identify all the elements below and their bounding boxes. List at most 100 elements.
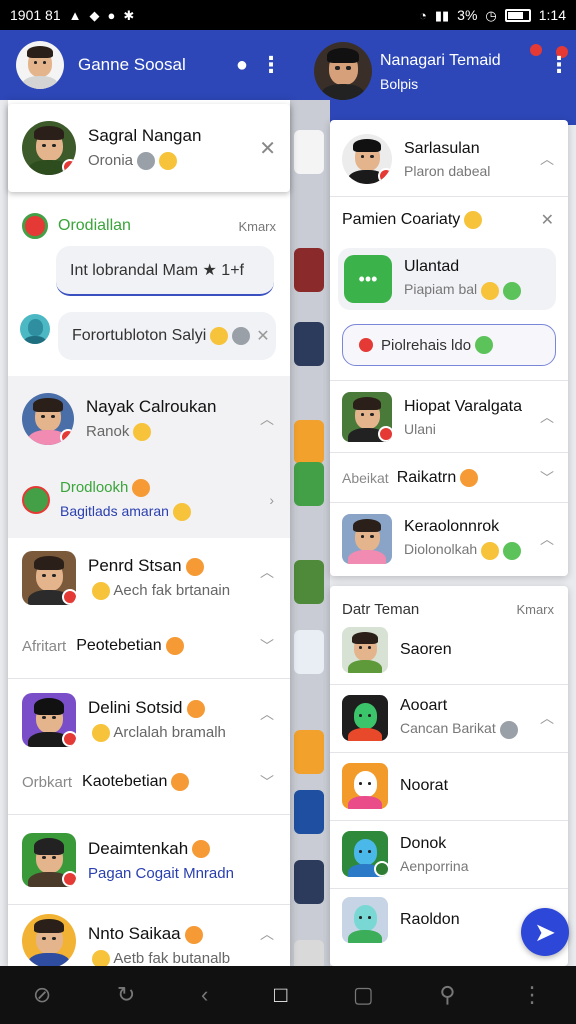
contact-card[interactable]: Sagral Nangan Oronia ✕: [8, 104, 290, 192]
notification-dot-icon: [530, 44, 542, 56]
item-sub: Arclalah bramalh: [88, 724, 226, 743]
divider: [330, 820, 568, 821]
chevron-up-icon[interactable]: ︿: [260, 924, 274, 944]
chevron-up-icon[interactable]: ︿: [540, 708, 554, 728]
section-title: Datr Teman: [342, 600, 420, 618]
chevron-up-icon[interactable]: ︿: [260, 409, 274, 429]
message-text: Piolrehais ldo: [381, 336, 472, 354]
friend-avatar: [342, 897, 388, 943]
friends-section-header: Datr Teman Kmarx: [330, 594, 568, 624]
notification-icon: ◆: [89, 7, 100, 23]
item-name: Pamien Coariaty: [342, 211, 461, 228]
signal-icon: ▮▮: [434, 7, 450, 23]
contact-avatar: [22, 833, 76, 887]
send-fab-button[interactable]: ➤: [521, 908, 569, 956]
chat-list-item[interactable]: Pamien Coariaty ✕: [330, 198, 568, 242]
overflow-menu-icon[interactable]: ⋮: [260, 54, 282, 76]
chat-list-item[interactable]: Delini Sotsid Arclalah bramalh ︿: [8, 682, 290, 758]
status-bar: 1901 81 ▲ ◆ ● ✱ ◔ ▮▮ 3% ◷ 1:14: [0, 0, 576, 30]
chat-action-link[interactable]: Kmarx: [238, 219, 276, 234]
divider: [8, 678, 290, 679]
friend-name: Aooart: [400, 697, 448, 715]
friend-item[interactable]: Aooart Cancan Barikat ︿: [330, 690, 568, 746]
menu-icon[interactable]: ⋮: [521, 982, 543, 1008]
app-title: Ganne Soosal: [78, 55, 186, 74]
refresh-icon[interactable]: ↻: [117, 982, 135, 1008]
friend-item[interactable]: Noorat: [330, 760, 568, 812]
message-bubble-outgoing[interactable]: Piolrehais ldo: [342, 324, 556, 366]
item-name: Delini Sotsid: [88, 698, 226, 718]
message-bubble-outgoing[interactable]: Int lobrandal Mam ★ 1+f: [56, 246, 274, 296]
chat-list-item[interactable]: Sarlasulan Plaron dabeal ︿: [330, 124, 568, 194]
divider: [330, 502, 568, 503]
emoji-icon: [165, 637, 184, 655]
friend-item[interactable]: Saoren: [330, 624, 568, 676]
message-text: Piapiam bal: [404, 281, 522, 300]
chevron-up-icon[interactable]: ︿: [540, 407, 554, 427]
chat-list-item[interactable]: Nayak Calroukan Ranok ︿: [8, 376, 290, 462]
chevron-down-icon[interactable]: ﹀: [260, 772, 274, 792]
chat-list-item[interactable]: Deaimtenkah Pagan Cogait Mnradn: [8, 818, 290, 902]
chat-list-item[interactable]: Penrd Stsan Aech fak brtanain ︿: [8, 540, 290, 616]
emoji-icon: [460, 469, 479, 487]
divider: [330, 452, 568, 453]
chat-list-item[interactable]: Drodlookh Bagitlads amaran ›: [8, 462, 290, 538]
friend-sub: Aenporrina: [400, 857, 469, 874]
profile-avatar[interactable]: [16, 41, 64, 89]
message-bubble-incoming[interactable]: Forortubloton Salyi ✕: [58, 312, 276, 360]
chevron-down-icon[interactable]: ﹀: [540, 468, 554, 488]
chat-list-item[interactable]: Nnto Saikaa Aetb fak butanalb ︿: [8, 908, 290, 966]
close-icon[interactable]: ✕: [541, 210, 554, 230]
emoji-icon: ●: [107, 7, 116, 23]
screen: 1901 81 ▲ ◆ ● ✱ ◔ ▮▮ 3% ◷ 1:14 Ganne Soo…: [0, 0, 576, 1024]
emoji-icon: [171, 773, 190, 791]
item-sub: Plaron dabeal: [404, 162, 491, 179]
friend-name: Saoren: [400, 641, 452, 658]
friend-name: Raoldon: [400, 911, 460, 928]
chevron-right-icon[interactable]: ›: [269, 492, 274, 508]
chat-list-subitem[interactable]: Abeikat Raikatrn ﹀: [330, 456, 568, 500]
navigation-bar: ⊘ ↻ ‹ □ ▢ ⚲ ⋮: [0, 966, 576, 1024]
chevron-up-icon[interactable]: ︿: [540, 149, 554, 169]
chevron-up-icon[interactable]: ︿: [260, 562, 274, 582]
chat-sender-name: Orodiallan: [58, 217, 131, 234]
item-sub: Ranok: [86, 423, 216, 442]
close-icon[interactable]: ✕: [259, 136, 276, 161]
battery-text: 3%: [457, 7, 478, 23]
chat-list-item[interactable]: Hiopat Varalgata Ulani ︿: [330, 384, 568, 450]
chevron-down-icon[interactable]: ﹀: [260, 636, 274, 656]
chevron-up-icon[interactable]: ︿: [540, 529, 554, 549]
background-strip: [290, 100, 330, 966]
item-name: Deaimtenkah: [88, 839, 234, 859]
contact-status: Oronia: [88, 152, 201, 171]
chat-list-subitem[interactable]: Orbkart Kaotebetian ﹀: [8, 762, 290, 802]
friend-item[interactable]: Donok Aenporrina: [330, 826, 568, 882]
dismiss-icon[interactable]: ✕: [256, 326, 269, 346]
chevron-up-icon[interactable]: ︿: [260, 704, 274, 724]
heart-icon: [359, 338, 373, 352]
status-icon: [137, 152, 156, 171]
search-icon[interactable]: ⚲: [439, 982, 455, 1008]
chat-bubble-icon[interactable]: ●: [236, 54, 248, 77]
right-profile-avatar[interactable]: [314, 42, 372, 100]
arrow-right-icon: ➤: [534, 916, 556, 947]
item-name: Drodlookh: [60, 479, 191, 497]
wifi-icon: ◔: [419, 7, 427, 23]
divider: [8, 814, 290, 815]
chat-list-subitem[interactable]: Afritart Peotebetian ﹀: [8, 626, 290, 666]
assistant-icon[interactable]: ⊘: [33, 982, 51, 1008]
chat-header: Orodiallan Kmarx: [8, 210, 290, 242]
recents-icon[interactable]: ▢: [353, 982, 374, 1008]
section-action-link[interactable]: Kmarx: [516, 602, 554, 617]
home-icon[interactable]: □: [274, 982, 287, 1008]
chat-list-item[interactable]: Keraolonnrok Diolonolkah ︿: [330, 506, 568, 572]
back-icon[interactable]: ‹: [201, 982, 208, 1008]
item-name: Kaotebetian: [82, 773, 168, 790]
item-name: Hiopat Varalgata: [404, 397, 522, 415]
item-name: Raikatrn: [396, 469, 457, 486]
message-text: Int lobrandal Mam ★ 1+f: [70, 262, 244, 279]
message-bubble-incoming[interactable]: ••• Ulantad Piapiam bal: [338, 248, 556, 310]
item-sub: Pagan Cogait Mnradn: [88, 864, 234, 882]
right-overflow-menu-icon[interactable]: ⋮: [548, 54, 570, 76]
friend-avatar: [342, 695, 388, 741]
